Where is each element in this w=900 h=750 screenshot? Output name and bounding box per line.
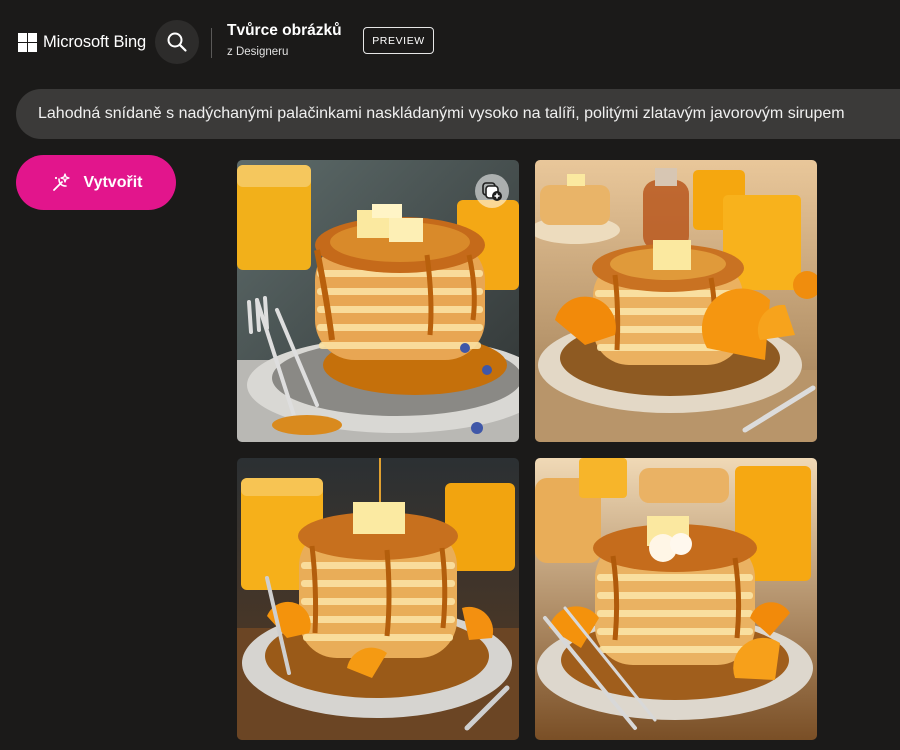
create-button-label: Vytvořit xyxy=(83,173,143,191)
prompt-input[interactable]: Lahodná snídaně s nadýchanými palačinkam… xyxy=(16,89,900,139)
pancake-image-1 xyxy=(237,160,519,442)
search-icon xyxy=(167,32,187,52)
app-title[interactable]: Tvůrce obrázků xyxy=(227,22,342,40)
generated-image-3[interactable] xyxy=(237,458,519,740)
app-subtitle: z Designeru xyxy=(227,46,289,58)
magic-wand-icon xyxy=(52,172,70,191)
generated-image-2[interactable] xyxy=(535,160,817,442)
add-to-collection-button[interactable] xyxy=(475,174,509,208)
pancake-image-2 xyxy=(535,160,817,442)
header: Microsoft Bing Tvůrce obrázků z Designer… xyxy=(0,0,900,82)
generated-image-4[interactable] xyxy=(535,458,817,740)
prompt-text[interactable]: Lahodná snídaně s nadýchanými palačinkam… xyxy=(38,105,845,123)
pancake-image-3 xyxy=(237,458,519,740)
search-button[interactable] xyxy=(155,20,199,64)
bing-brand-link[interactable]: Microsoft Bing xyxy=(18,31,146,53)
microsoft-logo-icon xyxy=(18,32,37,52)
preview-badge: PREVIEW xyxy=(363,27,434,54)
generated-image-1[interactable] xyxy=(237,160,519,442)
add-to-collection-icon xyxy=(482,182,502,201)
brand-name: Microsoft Bing xyxy=(43,32,147,51)
pancake-image-4 xyxy=(535,458,817,740)
create-button[interactable]: Vytvořit xyxy=(16,155,176,210)
header-divider xyxy=(211,28,212,58)
